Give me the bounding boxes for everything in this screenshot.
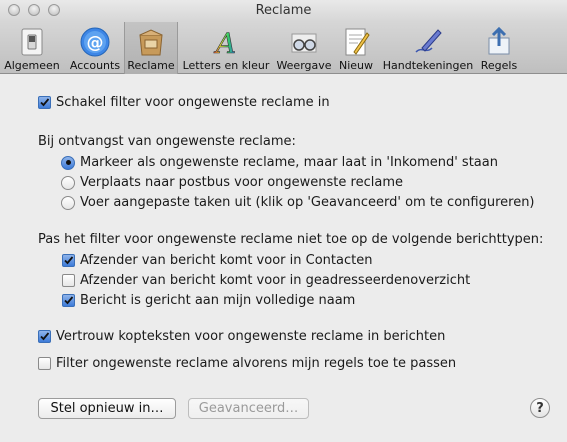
radio-label: Voer aangepaste taken uit (klik op 'Geav… (80, 195, 535, 210)
radio-dot (65, 160, 71, 165)
exempt-full-name[interactable]: Bericht is gericht aan mijn volledige na… (62, 293, 355, 308)
pen-icon (415, 29, 442, 53)
trust-headers-row[interactable]: Vertrouw kopteksten voor ongewenste recl… (38, 329, 445, 344)
filter-before-rules-label: Filter ongewenste reclame alvorens mijn … (56, 356, 457, 371)
tab-label: Reclame (127, 59, 175, 72)
checkmark-icon (40, 332, 50, 341)
filter-before-rules-row[interactable]: Filter ongewenste reclame alvorens mijn … (38, 356, 456, 371)
radio-button[interactable] (61, 195, 75, 210)
at-sign-icon: @ (80, 27, 110, 57)
trust-headers-checkbox[interactable] (38, 330, 51, 343)
tab-label: Letters en kleur (182, 59, 270, 72)
title-bar: Reclame (0, 0, 567, 22)
preferences-window: Reclame Algemeen @ Accounts Reclame A Le… (0, 0, 567, 442)
tab-label: Handtekeningen (382, 59, 474, 72)
enable-filter-row[interactable]: Schakel filter voor ongewenste reclame i… (38, 95, 330, 110)
radio-move-to-junk[interactable]: Verplaats naar postbus voor ongewenste r… (61, 175, 403, 190)
exempt-contacts-checkbox[interactable] (62, 254, 75, 267)
exempt-full-name-label: Bericht is gericht aan mijn volledige na… (80, 293, 356, 308)
exempt-contacts-label: Afzender van bericht komt voor in Contac… (80, 253, 373, 268)
enable-filter-label: Schakel filter voor ongewenste reclame i… (56, 95, 330, 110)
advanced-button[interactable]: Geavanceerd… (188, 398, 309, 419)
tab-regels[interactable]: Regels (478, 22, 520, 74)
rules-icon (488, 26, 510, 55)
exempt-heading: Pas het filter voor ongewenste reclame n… (38, 232, 543, 247)
trust-headers-label: Vertrouw kopteksten voor ongewenste recl… (56, 329, 446, 344)
tab-label: Algemeen (4, 59, 60, 72)
radio-mark-as-junk[interactable]: Markeer als ongewenste reclame, maar laa… (61, 155, 498, 170)
tab-label: Nieuw (338, 59, 374, 72)
preferences-toolbar: Algemeen @ Accounts Reclame A Letters en… (0, 22, 567, 74)
svg-text:@: @ (87, 33, 104, 53)
tab-nieuw[interactable]: Nieuw (336, 22, 376, 74)
light-switch-icon (21, 28, 43, 56)
fonts-colors-icon: A (213, 27, 237, 58)
radio-button[interactable] (61, 175, 75, 190)
tab-label: Accounts (69, 59, 121, 72)
exempt-full-name-checkbox[interactable] (62, 294, 75, 307)
glasses-icon (291, 33, 317, 53)
on-receive-heading: Bij ontvangst van ongewenste reclame: (38, 134, 296, 149)
tab-letters-en-kleur[interactable]: A Letters en kleur (181, 22, 271, 74)
svg-text:A: A (213, 27, 236, 58)
compose-icon (345, 28, 370, 56)
help-button[interactable]: ? (530, 398, 550, 418)
section-heading: Pas het filter voor ongewenste reclame n… (38, 232, 544, 247)
radio-label: Markeer als ongewenste reclame, maar laa… (80, 155, 498, 170)
window-title: Reclame (255, 3, 312, 18)
tab-algemeen[interactable]: Algemeen (2, 22, 62, 74)
tab-label: Weergave (276, 59, 332, 72)
exempt-previous-recipients[interactable]: Afzender van bericht komt voor in geadre… (62, 273, 470, 288)
radio-label: Verplaats naar postbus voor ongewenste r… (80, 175, 403, 190)
enable-filter-checkbox[interactable] (38, 96, 51, 109)
radio-button[interactable] (61, 155, 75, 170)
filter-before-rules-checkbox[interactable] (38, 357, 51, 370)
exempt-contacts[interactable]: Afzender van bericht komt voor in Contac… (62, 253, 372, 268)
reset-button[interactable]: Stel opnieuw in… (38, 398, 176, 419)
junk-mail-bag-icon (139, 29, 163, 56)
tab-label: Regels (480, 59, 518, 72)
radio-custom-actions[interactable]: Voer aangepaste taken uit (klik op 'Geav… (61, 195, 535, 210)
checkmark-icon (40, 98, 50, 107)
tab-accounts[interactable]: @ Accounts (66, 22, 124, 74)
checkmark-icon (64, 256, 74, 265)
tab-weergave[interactable]: Weergave (274, 22, 334, 74)
exempt-previous-recipients-checkbox[interactable] (62, 274, 75, 287)
exempt-previous-recipients-label: Afzender van bericht komt voor in geadre… (80, 273, 471, 288)
tab-handtekeningen[interactable]: Handtekeningen (380, 22, 476, 74)
tab-reclame[interactable]: Reclame (124, 22, 178, 74)
section-heading: Bij ontvangst van ongewenste reclame: (38, 134, 296, 149)
checkmark-icon (64, 296, 74, 305)
